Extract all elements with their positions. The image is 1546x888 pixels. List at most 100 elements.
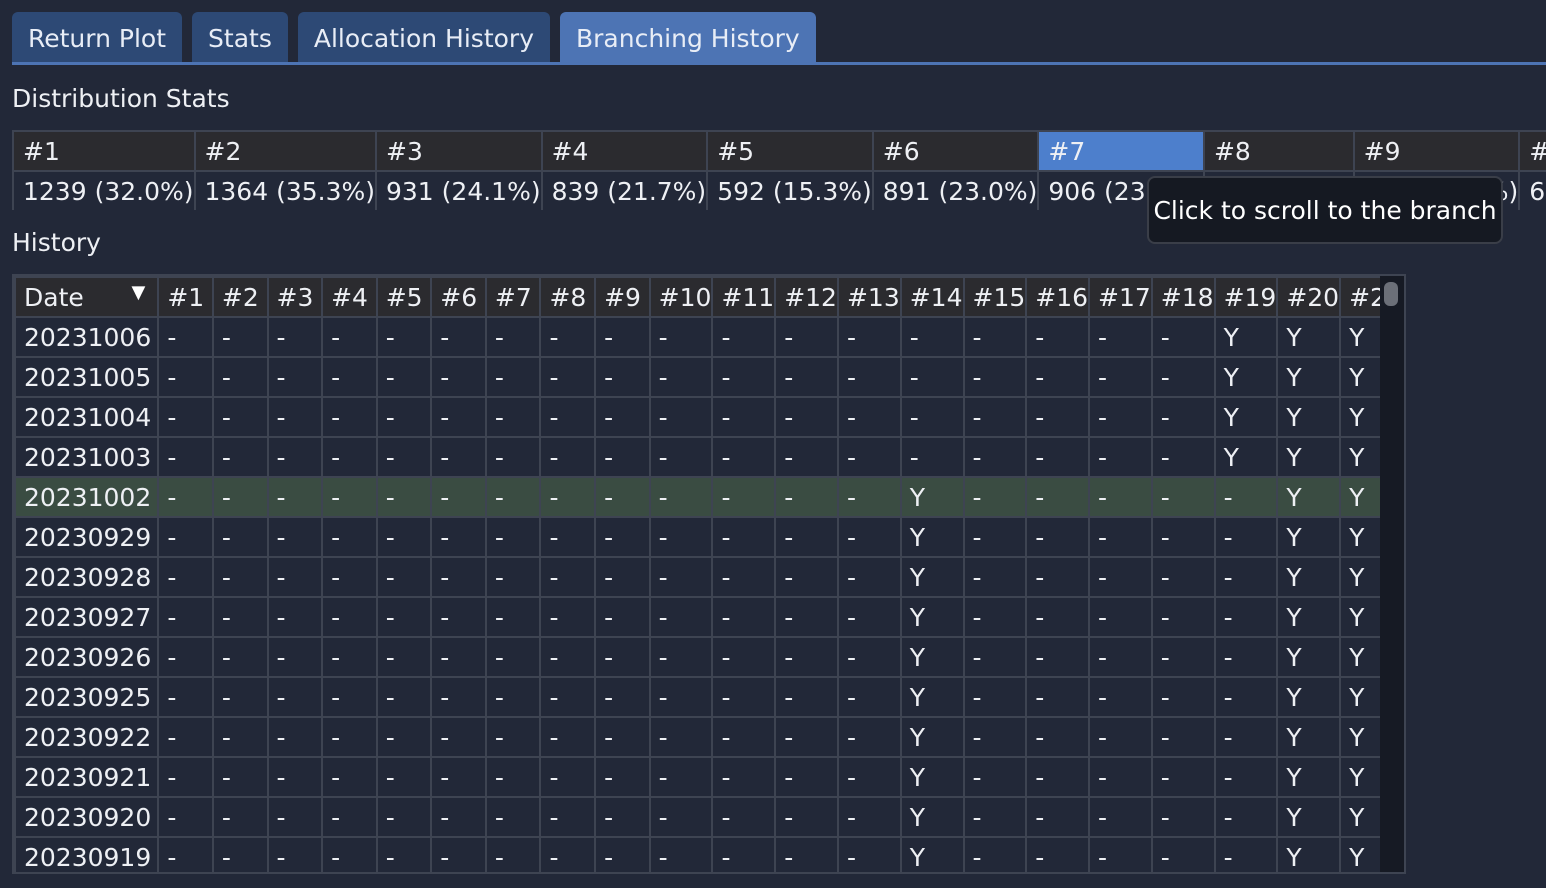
branch-cell: - xyxy=(211,836,269,872)
branch-cell: - xyxy=(711,356,777,398)
branch-cell: - xyxy=(1150,756,1216,798)
branch-count-4[interactable]: 839 (21.7%) xyxy=(540,170,709,210)
branch-column-header-11[interactable]: #11 xyxy=(711,276,777,318)
table-row[interactable]: 20230928- - - - - - - - - - - - - Y - - - - - Y Y xyxy=(14,556,1404,598)
date-cell: 20230926 xyxy=(14,636,160,678)
branch-cell: - xyxy=(157,476,214,518)
history-table[interactable]: Date ▼ #1 #2 #3 #4 #5 #6 #7 #8 #9 #10 #11 #12 #13 #14 #… xyxy=(12,274,1406,874)
branch-cell: - xyxy=(375,836,433,872)
table-row[interactable]: 20230927- - - - - - - - - - - - - Y - - - - - Y Y xyxy=(14,596,1404,638)
table-row[interactable]: 20231003- - - - - - - - - - - - - - - - - - Y Y Y xyxy=(14,436,1404,478)
branch-cell: - xyxy=(375,596,433,638)
scrollbar-thumb[interactable] xyxy=(1384,282,1398,306)
branch-count-1[interactable]: 1239 (32.0%) xyxy=(12,170,196,210)
tab-branching-history[interactable]: Branching History xyxy=(560,12,816,64)
branch-cell: - xyxy=(774,316,839,358)
branch-cell: - xyxy=(1025,516,1091,558)
branch-column-header-13[interactable]: #13 xyxy=(836,276,902,318)
branch-cell: - xyxy=(774,596,839,638)
branch-count-10[interactable]: 601 (15.5%) xyxy=(1518,170,1546,210)
branch-header-1[interactable]: #1 xyxy=(12,130,196,172)
branch-column-header-15[interactable]: #15 xyxy=(962,276,1028,318)
table-row[interactable]: 20231004- - - - - - - - - - - - - - - - - - Y Y Y xyxy=(14,396,1404,438)
branch-cell: - xyxy=(899,396,965,438)
branch-cell: - xyxy=(539,716,597,758)
branch-header-9[interactable]: #9 xyxy=(1352,130,1521,172)
branch-header-2[interactable]: #2 xyxy=(193,130,377,172)
branch-header-8[interactable]: #8 xyxy=(1202,130,1355,172)
branch-cell: - xyxy=(157,636,214,678)
branch-cell: - xyxy=(430,596,487,638)
branch-column-header-9[interactable]: #9 xyxy=(594,276,651,318)
branch-header-5[interactable]: #5 xyxy=(706,130,874,172)
branch-header-10[interactable]: #10 xyxy=(1518,130,1546,172)
branch-count-5[interactable]: 592 (15.3%) xyxy=(706,170,874,210)
table-row[interactable]: 20231005- - - - - - - - - - - - - - - - - - Y Y Y xyxy=(14,356,1404,398)
branch-cell: - xyxy=(321,436,378,478)
branch-cell: - xyxy=(1025,636,1091,678)
branch-cell: - xyxy=(211,756,269,798)
branch-cell: - xyxy=(1213,716,1279,758)
branch-cell: - xyxy=(430,436,487,478)
branch-cell: - xyxy=(321,756,378,798)
branch-column-header-5[interactable]: #5 xyxy=(375,276,433,318)
table-row[interactable]: 20230919- - - - - - - - - - - - - Y - - - - - Y Y xyxy=(14,836,1404,872)
branch-column-header-19[interactable]: #19 xyxy=(1213,276,1279,318)
branch-column-header-18[interactable]: #18 xyxy=(1150,276,1216,318)
branch-cell: - xyxy=(430,836,487,872)
branch-column-header-2[interactable]: #2 xyxy=(211,276,269,318)
branch-cell: - xyxy=(211,516,269,558)
branch-cell: - xyxy=(321,796,378,838)
history-scrollbar[interactable] xyxy=(1380,276,1404,872)
table-row[interactable]: 20230926- - - - - - - - - - - - - Y - - - - - Y Y xyxy=(14,636,1404,678)
branch-cell: - xyxy=(375,436,433,478)
branch-cell: - xyxy=(430,396,487,438)
table-row[interactable]: 20231002- - - - - - - - - - - - - Y - - - - - Y Y xyxy=(14,476,1404,518)
table-row[interactable]: 20230920- - - - - - - - - - - - - Y - - - - - Y Y xyxy=(14,796,1404,838)
branch-column-header-8[interactable]: #8 xyxy=(539,276,597,318)
branch-cell: - xyxy=(211,396,269,438)
table-row[interactable]: 20231006- - - - - - - - - - - - - - - - - - Y Y Y xyxy=(14,316,1404,358)
branch-cell: Y xyxy=(1276,676,1342,718)
branch-header-7[interactable]: #7 xyxy=(1037,130,1205,172)
branch-cell: - xyxy=(211,436,269,478)
tab-return-plot[interactable]: Return Plot xyxy=(12,12,183,64)
branch-column-header-7[interactable]: #7 xyxy=(484,276,542,318)
branch-column-header-1[interactable]: #1 xyxy=(157,276,214,318)
branch-cell: - xyxy=(1088,756,1153,798)
branch-column-header-10[interactable]: #10 xyxy=(648,276,714,318)
branch-count-3[interactable]: 931 (24.1%) xyxy=(375,170,543,210)
branch-column-header-16[interactable]: #16 xyxy=(1025,276,1091,318)
branch-column-header-12[interactable]: #12 xyxy=(774,276,839,318)
branch-cell: - xyxy=(211,316,269,358)
branch-header-4[interactable]: #4 xyxy=(540,130,709,172)
date-column-header[interactable]: Date ▼ xyxy=(14,276,160,318)
table-row[interactable]: 20230929- - - - - - - - - - - - - Y - - - - - Y Y xyxy=(14,516,1404,558)
branch-cell: - xyxy=(1150,676,1216,718)
table-row[interactable]: 20230922- - - - - - - - - - - - - Y - - - - - Y Y xyxy=(14,716,1404,758)
branch-count-6[interactable]: 891 (23.0%) xyxy=(871,170,1040,210)
branch-header-3[interactable]: #3 xyxy=(375,130,543,172)
branch-column-header-20[interactable]: #20 xyxy=(1276,276,1342,318)
branch-column-header-3[interactable]: #3 xyxy=(266,276,324,318)
branch-count-2[interactable]: 1364 (35.3%) xyxy=(193,170,377,210)
branch-header-6[interactable]: #6 xyxy=(871,130,1040,172)
table-row[interactable]: 20230921- - - - - - - - - - - - - Y - - - - - Y Y xyxy=(14,756,1404,798)
tab-stats[interactable]: Stats xyxy=(192,12,288,64)
branch-cell: Y xyxy=(1276,436,1342,478)
branch-column-header-17[interactable]: #17 xyxy=(1088,276,1153,318)
branch-cell: - xyxy=(321,596,378,638)
branch-cell: - xyxy=(899,436,965,478)
date-cell: 20230921 xyxy=(14,756,160,798)
branch-cell: - xyxy=(1025,316,1091,358)
branch-cell: - xyxy=(157,756,214,798)
tab-allocation-history[interactable]: Allocation History xyxy=(297,12,550,64)
branch-cell: - xyxy=(1025,596,1091,638)
branch-column-header-14[interactable]: #14 xyxy=(899,276,965,318)
branch-cell: - xyxy=(836,596,902,638)
branch-column-header-6[interactable]: #6 xyxy=(430,276,487,318)
sort-descending-icon[interactable]: ▼ xyxy=(131,282,145,303)
table-row[interactable]: 20230925- - - - - - - - - - - - - Y - - - - - Y Y xyxy=(14,676,1404,718)
branch-column-header-4[interactable]: #4 xyxy=(321,276,378,318)
branch-cell: - xyxy=(1025,436,1091,478)
